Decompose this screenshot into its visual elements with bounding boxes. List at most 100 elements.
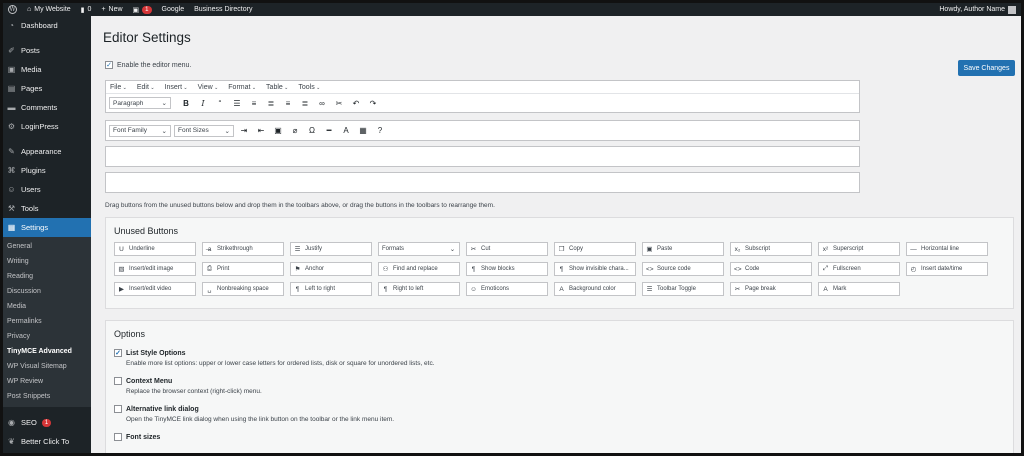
option-checkbox[interactable]: ✓	[114, 349, 122, 357]
unused-button-justify[interactable]: ☰ Justify	[290, 242, 372, 256]
table-button[interactable]: ▦	[356, 124, 370, 138]
unused-button-subscript[interactable]: x₂ Subscript	[730, 242, 812, 256]
toolbar-row-1[interactable]: Paragraph ⌄ B I “ ☰ ≡ ≣ ≡ ≣ ∞ ✂ ↶ ↷	[106, 93, 859, 112]
link-button[interactable]: ∞	[315, 96, 329, 110]
plugin-notice-link[interactable]: ▣ 1	[128, 3, 157, 16]
unused-button-background-color[interactable]: A Background color	[554, 282, 636, 296]
comments-link[interactable]: ▮ 0	[76, 3, 97, 16]
sidebar-item-dashboard[interactable]: ◔ Dashboard	[3, 16, 91, 35]
sidebar-item-loginpress[interactable]: ⚙ LoginPress	[3, 117, 91, 136]
unused-button-insert-edit-image[interactable]: ▧ Insert/edit image	[114, 262, 196, 276]
option-checkbox[interactable]	[114, 405, 122, 413]
sidebar-item-better-click-to[interactable]: ❦ Better Click To	[3, 432, 91, 451]
unused-button-anchor[interactable]: ⚑ Anchor	[290, 262, 372, 276]
submenu-item-discussion[interactable]: Discussion	[3, 284, 91, 299]
toolbar-row-3-dropzone[interactable]	[105, 146, 860, 167]
sidebar-item-comments[interactable]: ▬ Comments	[3, 98, 91, 117]
help-button[interactable]: ?	[373, 124, 387, 138]
unused-button-code[interactable]: <> Code	[730, 262, 812, 276]
eraser-button[interactable]: ⌀	[288, 124, 302, 138]
sidebar-item-seo[interactable]: ◉ SEO 1	[3, 413, 91, 432]
unused-button-cut[interactable]: ✂ Cut	[466, 242, 548, 256]
unused-button-paste[interactable]: ▣ Paste	[642, 242, 724, 256]
unused-button-find-and-replace[interactable]: ⚇ Find and replace	[378, 262, 460, 276]
google-link[interactable]: Google	[157, 3, 190, 16]
unused-button-nonbreaking-space[interactable]: ␣ Nonbreaking space	[202, 282, 284, 296]
submenu-item-wp-visual-sitemap[interactable]: WP Visual Sitemap	[3, 359, 91, 374]
enable-editor-menu-checkbox[interactable]: ✓	[105, 61, 113, 69]
unused-button-emoticons[interactable]: ☺ Emoticons	[466, 282, 548, 296]
sidebar-item-appearance[interactable]: ✎ Appearance	[3, 142, 91, 161]
bullet-list-button[interactable]: ☰	[230, 96, 244, 110]
italic-button[interactable]: I	[196, 96, 210, 110]
submenu-item-general[interactable]: General	[3, 239, 91, 254]
new-content-link[interactable]: + New	[96, 3, 127, 16]
save-changes-button[interactable]: Save Changes	[958, 60, 1015, 76]
unused-button-superscript[interactable]: x² Superscript	[818, 242, 900, 256]
menubar-tools[interactable]: Tools	[298, 84, 320, 91]
option-checkbox[interactable]	[114, 433, 122, 441]
unused-button-strikethrough[interactable]: ̶a Strikethrough	[202, 242, 284, 256]
outdent-button[interactable]: ⇤	[254, 124, 268, 138]
menubar-table[interactable]: Table	[266, 84, 288, 91]
unused-button-mark[interactable]: A Mark	[818, 282, 900, 296]
business-directory-link[interactable]: Business Directory	[189, 3, 257, 16]
align-center-button[interactable]: ≡	[281, 96, 295, 110]
unused-button-page-break[interactable]: ✂ Page break	[730, 282, 812, 296]
sidebar-item-pages[interactable]: ▤ Pages	[3, 79, 91, 98]
align-right-button[interactable]: ≣	[298, 96, 312, 110]
bold-button[interactable]: B	[179, 96, 193, 110]
unused-button-toolbar-toggle[interactable]: ☰ Toolbar Toggle	[642, 282, 724, 296]
font-sizes-select[interactable]: Font Sizes ⌄	[174, 124, 234, 137]
option-checkbox[interactable]	[114, 377, 122, 385]
redo-button[interactable]: ↷	[366, 96, 380, 110]
unused-button-formats[interactable]: Formats ⌄	[378, 242, 460, 256]
unused-button-left-to-right[interactable]: ¶ Left to right	[290, 282, 372, 296]
toolbar-row-2[interactable]: Font Family ⌄ Font Sizes ⌄ ⇥ ⇤ ▣ ⌀ Ω ━ A ▦?	[106, 121, 859, 140]
numbered-list-button[interactable]: ≡	[247, 96, 261, 110]
unused-button-print[interactable]: ⎙ Print	[202, 262, 284, 276]
menubar-edit[interactable]: Edit	[137, 84, 155, 91]
paragraph-format-select[interactable]: Paragraph ⌄	[109, 97, 171, 109]
submenu-item-reading[interactable]: Reading	[3, 269, 91, 284]
unused-button-fullscreen[interactable]: ⤢ Fullscreen	[818, 262, 900, 276]
omega-button[interactable]: Ω	[305, 124, 319, 138]
sidebar-item-users[interactable]: ☺ Users	[3, 180, 91, 199]
menubar-insert[interactable]: Insert	[165, 84, 188, 91]
hr-button[interactable]: ━	[322, 124, 336, 138]
unused-button-insert-date-time[interactable]: ◴ Insert date/time	[906, 262, 988, 276]
menubar-view[interactable]: View	[198, 84, 219, 91]
align-left-button[interactable]: ≣	[264, 96, 278, 110]
submenu-item-writing[interactable]: Writing	[3, 254, 91, 269]
blockquote-button[interactable]: “	[213, 96, 227, 110]
submenu-item-permalinks[interactable]: Permalinks	[3, 314, 91, 329]
menubar-file[interactable]: File	[110, 84, 127, 91]
submenu-item-media[interactable]: Media	[3, 299, 91, 314]
unused-button-show-blocks[interactable]: ¶ Show blocks	[466, 262, 548, 276]
unlink-button[interactable]: ✂	[332, 96, 346, 110]
submenu-item-post-snippets[interactable]: Post Snippets	[3, 389, 91, 404]
toolbar-row-4-dropzone[interactable]	[105, 172, 860, 193]
unused-button-copy[interactable]: ❐ Copy	[554, 242, 636, 256]
account-menu[interactable]: Howdy, Author Name	[934, 3, 1021, 16]
submenu-item-privacy[interactable]: Privacy	[3, 329, 91, 344]
unused-button-show-invisible-chara[interactable]: ¶ Show invisible chara...	[554, 262, 636, 276]
text-color-button[interactable]: A	[339, 124, 353, 138]
font-family-select[interactable]: Font Family ⌄	[109, 124, 171, 137]
unused-button-source-code[interactable]: <> Source code	[642, 262, 724, 276]
unused-button-underline[interactable]: U Underline	[114, 242, 196, 256]
sidebar-item-posts[interactable]: ✐ Posts	[3, 41, 91, 60]
unused-button-insert-edit-video[interactable]: ▶ Insert/edit video	[114, 282, 196, 296]
sidebar-item-plugins[interactable]: ⌘ Plugins	[3, 161, 91, 180]
paste-button[interactable]: ▣	[271, 124, 285, 138]
sidebar-item-media[interactable]: ▣ Media	[3, 60, 91, 79]
unused-button-horizontal-line[interactable]: — Horizontal line	[906, 242, 988, 256]
undo-button[interactable]: ↶	[349, 96, 363, 110]
indent-button[interactable]: ⇥	[237, 124, 251, 138]
unused-button-right-to-left[interactable]: ¶ Right to left	[378, 282, 460, 296]
submenu-item-wp-review[interactable]: WP Review	[3, 374, 91, 389]
sidebar-item-tools[interactable]: ⚒ Tools	[3, 199, 91, 218]
sidebar-item-settings[interactable]: ▦ Settings	[3, 218, 91, 237]
menubar-format[interactable]: Format	[228, 84, 256, 91]
submenu-item-tinymce-advanced[interactable]: TinyMCE Advanced	[3, 344, 91, 359]
